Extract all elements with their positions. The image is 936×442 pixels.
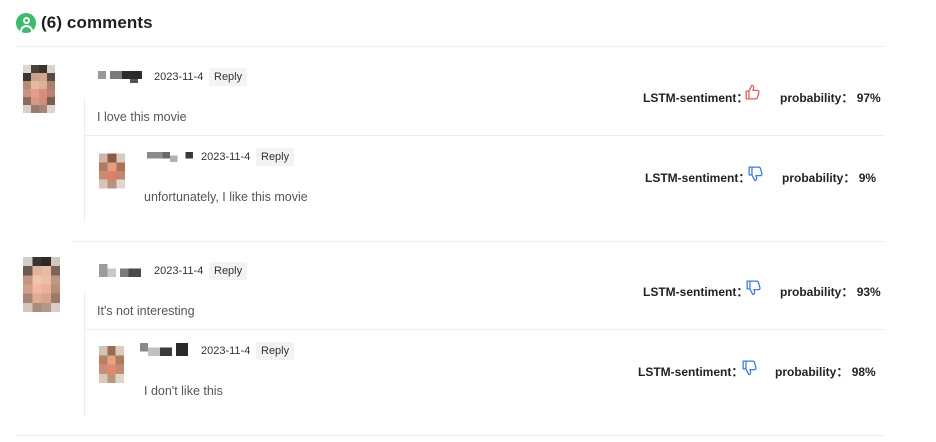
comments-count-title: (6) comments (41, 13, 153, 32)
probability-label: probability： 93% (780, 285, 881, 299)
thread-line (84, 292, 85, 416)
thumbs-up-icon (744, 84, 761, 101)
username-redacted[interactable] (140, 343, 188, 356)
divider (85, 135, 884, 136)
username-redacted[interactable] (98, 71, 142, 83)
sentiment-label: LSTM-sentiment： (643, 91, 749, 105)
probability-value: 93% (856, 285, 881, 299)
reply-button[interactable]: Reply (256, 342, 295, 360)
reply-button[interactable]: Reply (256, 148, 295, 166)
thumbs-down-icon (745, 279, 762, 296)
comment-text: unfortunately, I like this movie (144, 190, 308, 204)
sentiment-label: LSTM-sentiment： (645, 171, 751, 185)
avatar[interactable] (23, 65, 55, 113)
thumbs-down-icon (747, 165, 764, 182)
avatar[interactable] (23, 257, 60, 312)
thumbs-down-icon (741, 359, 758, 376)
comment-text: I love this movie (97, 110, 187, 124)
sentiment-label: LSTM-sentiment： (638, 365, 744, 379)
comment-date: 2023-11-4 (201, 345, 251, 357)
user-circle-icon (16, 13, 36, 33)
probability-value: 98% (851, 365, 876, 379)
comment-date: 2023-11-4 (201, 151, 251, 163)
reply-button[interactable]: Reply (209, 262, 248, 280)
probability-label: probability： 97% (780, 91, 881, 105)
probability-label: probability： 98% (775, 365, 876, 379)
comment-text: It's not interesting (97, 304, 195, 318)
username-redacted[interactable] (99, 264, 141, 277)
divider (16, 435, 884, 436)
probability-value: 9% (858, 171, 877, 185)
avatar[interactable] (99, 153, 125, 189)
comments-panel: (6) comments 2023-11-4 Reply I love this… (0, 0, 936, 442)
divider (16, 46, 884, 47)
probability-label: probability： 9% (782, 171, 877, 185)
comment-date: 2023-11-4 (154, 71, 204, 83)
thread-line (84, 98, 85, 222)
avatar[interactable] (99, 346, 124, 383)
divider (85, 329, 884, 330)
username-redacted[interactable] (147, 152, 193, 162)
reply-button[interactable]: Reply (209, 68, 248, 86)
comments-header: (6) comments (16, 11, 153, 35)
divider (72, 241, 884, 242)
sentiment-label: LSTM-sentiment： (643, 285, 749, 299)
probability-value: 97% (856, 91, 881, 105)
comment-date: 2023-11-4 (154, 265, 204, 277)
comment-text: I don't like this (144, 384, 223, 398)
